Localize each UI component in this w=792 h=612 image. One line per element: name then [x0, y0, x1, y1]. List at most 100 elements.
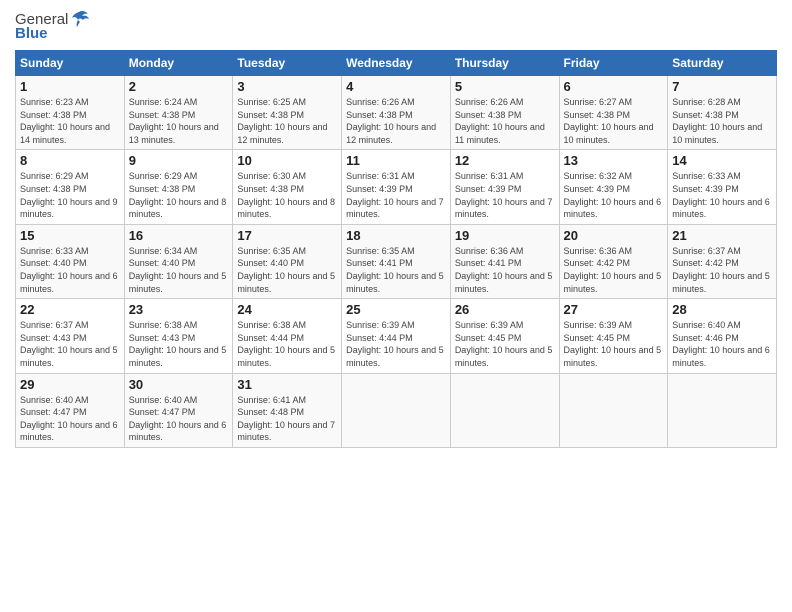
day-number: 16: [129, 228, 229, 243]
day-number: 18: [346, 228, 446, 243]
calendar-table: SundayMondayTuesdayWednesdayThursdayFrid…: [15, 50, 777, 448]
day-number: 5: [455, 79, 555, 94]
header-row: SundayMondayTuesdayWednesdayThursdayFrid…: [16, 51, 777, 76]
cell-info: Sunrise: 6:35 AMSunset: 4:40 PMDaylight:…: [237, 246, 335, 294]
day-number: 11: [346, 153, 446, 168]
header-cell-monday: Monday: [124, 51, 233, 76]
day-cell: 14 Sunrise: 6:33 AMSunset: 4:39 PMDayligh…: [668, 150, 777, 224]
day-cell: 6Sunrise: 6:27 AMSunset: 4:38 PMDaylight…: [559, 76, 668, 150]
day-cell: 1Sunrise: 6:23 AMSunset: 4:38 PMDaylight…: [16, 76, 125, 150]
cell-info: Sunrise: 6:37 AMSunset: 4:43 PMDaylight:…: [20, 320, 118, 368]
header: General Blue: [15, 10, 777, 42]
day-cell: 22 Sunrise: 6:37 AMSunset: 4:43 PMDayligh…: [16, 299, 125, 373]
day-cell: 13 Sunrise: 6:32 AMSunset: 4:39 PMDayligh…: [559, 150, 668, 224]
cell-info: Sunrise: 6:25 AMSunset: 4:38 PMDaylight:…: [237, 97, 327, 145]
header-cell-sunday: Sunday: [16, 51, 125, 76]
header-cell-wednesday: Wednesday: [342, 51, 451, 76]
cell-info: Sunrise: 6:33 AMSunset: 4:39 PMDaylight:…: [672, 171, 770, 219]
week-row-2: 8Sunrise: 6:29 AMSunset: 4:38 PMDaylight…: [16, 150, 777, 224]
day-cell: 17 Sunrise: 6:35 AMSunset: 4:40 PMDayligh…: [233, 224, 342, 298]
cell-info: Sunrise: 6:24 AMSunset: 4:38 PMDaylight:…: [129, 97, 219, 145]
cell-info: Sunrise: 6:38 AMSunset: 4:44 PMDaylight:…: [237, 320, 335, 368]
day-number: 26: [455, 302, 555, 317]
day-number: 13: [564, 153, 664, 168]
day-cell: 24 Sunrise: 6:38 AMSunset: 4:44 PMDayligh…: [233, 299, 342, 373]
day-number: 12: [455, 153, 555, 168]
day-number: 15: [20, 228, 120, 243]
cell-info: Sunrise: 6:40 AMSunset: 4:46 PMDaylight:…: [672, 320, 770, 368]
day-cell: 26 Sunrise: 6:39 AMSunset: 4:45 PMDayligh…: [450, 299, 559, 373]
cell-info: Sunrise: 6:40 AMSunset: 4:47 PMDaylight:…: [129, 395, 227, 443]
cell-info: Sunrise: 6:28 AMSunset: 4:38 PMDaylight:…: [672, 97, 762, 145]
week-row-1: 1Sunrise: 6:23 AMSunset: 4:38 PMDaylight…: [16, 76, 777, 150]
day-number: 19: [455, 228, 555, 243]
logo: General Blue: [15, 10, 90, 42]
day-number: 14: [672, 153, 772, 168]
day-cell: 30Sunrise: 6:40 AMSunset: 4:47 PMDayligh…: [124, 373, 233, 447]
day-number: 4: [346, 79, 446, 94]
day-cell: [559, 373, 668, 447]
cell-info: Sunrise: 6:26 AMSunset: 4:38 PMDaylight:…: [455, 97, 545, 145]
day-cell: 16 Sunrise: 6:34 AMSunset: 4:40 PMDayligh…: [124, 224, 233, 298]
cell-info: Sunrise: 6:31 AMSunset: 4:39 PMDaylight:…: [346, 171, 444, 219]
day-cell: 2 Sunrise: 6:24 AMSunset: 4:38 PMDaylight…: [124, 76, 233, 150]
day-cell: 20 Sunrise: 6:36 AMSunset: 4:42 PMDayligh…: [559, 224, 668, 298]
day-cell: 27 Sunrise: 6:39 AMSunset: 4:45 PMDayligh…: [559, 299, 668, 373]
day-number: 3: [237, 79, 337, 94]
day-cell: 23Sunrise: 6:38 AMSunset: 4:43 PMDayligh…: [124, 299, 233, 373]
cell-info: Sunrise: 6:40 AMSunset: 4:47 PMDaylight:…: [20, 395, 118, 443]
day-number: 1: [20, 79, 120, 94]
day-cell: 7 Sunrise: 6:28 AMSunset: 4:38 PMDaylight…: [668, 76, 777, 150]
cell-info: Sunrise: 6:36 AMSunset: 4:42 PMDaylight:…: [564, 246, 662, 294]
week-row-3: 15 Sunrise: 6:33 AMSunset: 4:40 PMDayligh…: [16, 224, 777, 298]
day-number: 2: [129, 79, 229, 94]
day-cell: 12 Sunrise: 6:31 AMSunset: 4:39 PMDayligh…: [450, 150, 559, 224]
cell-info: Sunrise: 6:39 AMSunset: 4:45 PMDaylight:…: [564, 320, 662, 368]
logo-container: General Blue: [15, 10, 90, 42]
day-number: 9: [129, 153, 229, 168]
cell-info: Sunrise: 6:34 AMSunset: 4:40 PMDaylight:…: [129, 246, 227, 294]
cell-info: Sunrise: 6:29 AMSunset: 4:38 PMDaylight:…: [20, 171, 118, 219]
day-cell: [342, 373, 451, 447]
logo-bird-icon: [68, 10, 90, 28]
day-cell: 19 Sunrise: 6:36 AMSunset: 4:41 PMDayligh…: [450, 224, 559, 298]
cell-info: Sunrise: 6:41 AMSunset: 4:48 PMDaylight:…: [237, 395, 335, 443]
day-number: 25: [346, 302, 446, 317]
cell-info: Sunrise: 6:37 AMSunset: 4:42 PMDaylight:…: [672, 246, 770, 294]
cell-info: Sunrise: 6:29 AMSunset: 4:38 PMDaylight:…: [129, 171, 227, 219]
day-cell: 3 Sunrise: 6:25 AMSunset: 4:38 PMDaylight…: [233, 76, 342, 150]
header-cell-thursday: Thursday: [450, 51, 559, 76]
cell-info: Sunrise: 6:31 AMSunset: 4:39 PMDaylight:…: [455, 171, 553, 219]
cell-info: Sunrise: 6:36 AMSunset: 4:41 PMDaylight:…: [455, 246, 553, 294]
day-cell: [450, 373, 559, 447]
day-number: 17: [237, 228, 337, 243]
day-number: 20: [564, 228, 664, 243]
day-number: 24: [237, 302, 337, 317]
cell-info: Sunrise: 6:30 AMSunset: 4:38 PMDaylight:…: [237, 171, 335, 219]
cell-info: Sunrise: 6:39 AMSunset: 4:45 PMDaylight:…: [455, 320, 553, 368]
cell-info: Sunrise: 6:33 AMSunset: 4:40 PMDaylight:…: [20, 246, 118, 294]
cell-info: Sunrise: 6:35 AMSunset: 4:41 PMDaylight:…: [346, 246, 444, 294]
day-cell: 21 Sunrise: 6:37 AMSunset: 4:42 PMDayligh…: [668, 224, 777, 298]
day-number: 10: [237, 153, 337, 168]
day-number: 21: [672, 228, 772, 243]
logo-blue-text: Blue: [15, 25, 48, 42]
day-cell: 11 Sunrise: 6:31 AMSunset: 4:39 PMDayligh…: [342, 150, 451, 224]
day-cell: 25 Sunrise: 6:39 AMSunset: 4:44 PMDayligh…: [342, 299, 451, 373]
day-number: 29: [20, 377, 120, 392]
day-number: 22: [20, 302, 120, 317]
day-number: 27: [564, 302, 664, 317]
cell-info: Sunrise: 6:38 AMSunset: 4:43 PMDaylight:…: [129, 320, 227, 368]
cell-info: Sunrise: 6:26 AMSunset: 4:38 PMDaylight:…: [346, 97, 436, 145]
header-cell-saturday: Saturday: [668, 51, 777, 76]
cell-info: Sunrise: 6:39 AMSunset: 4:44 PMDaylight:…: [346, 320, 444, 368]
day-cell: 15 Sunrise: 6:33 AMSunset: 4:40 PMDayligh…: [16, 224, 125, 298]
day-number: 7: [672, 79, 772, 94]
day-cell: 5 Sunrise: 6:26 AMSunset: 4:38 PMDaylight…: [450, 76, 559, 150]
header-cell-friday: Friday: [559, 51, 668, 76]
day-cell: 8Sunrise: 6:29 AMSunset: 4:38 PMDaylight…: [16, 150, 125, 224]
cell-info: Sunrise: 6:32 AMSunset: 4:39 PMDaylight:…: [564, 171, 662, 219]
day-number: 28: [672, 302, 772, 317]
week-row-4: 22 Sunrise: 6:37 AMSunset: 4:43 PMDayligh…: [16, 299, 777, 373]
day-cell: 4 Sunrise: 6:26 AMSunset: 4:38 PMDaylight…: [342, 76, 451, 150]
